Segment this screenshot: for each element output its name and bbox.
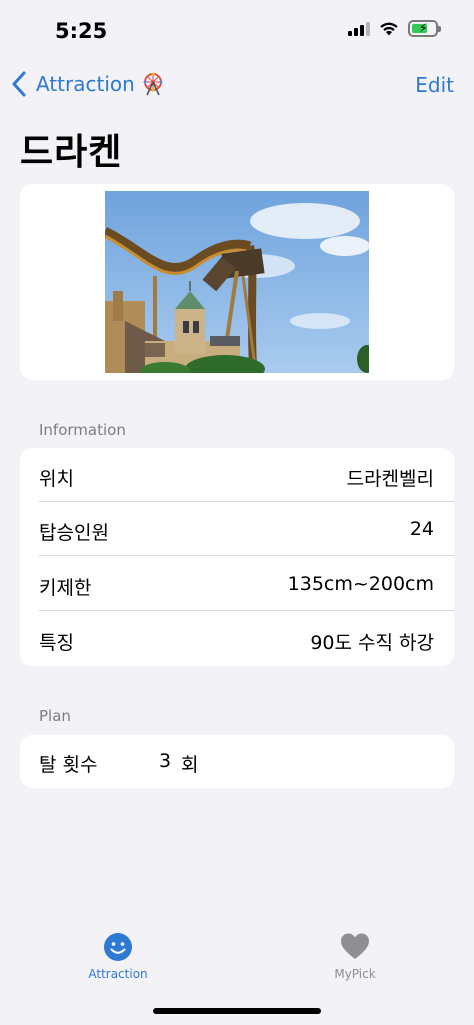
row-divider: [39, 610, 454, 611]
information-card: 위치 드라켄벨리 탑승인원 24 키제한 135cm~200cm 특징 90도 …: [20, 448, 454, 666]
info-row-height-limit: 키제한 135cm~200cm: [20, 557, 454, 611]
roller-coaster-photo: [105, 191, 369, 373]
heart-icon: [341, 933, 369, 959]
info-row-location: 위치 드라켄벨리: [20, 448, 454, 502]
ride-count-value[interactable]: 3: [159, 750, 171, 772]
row-divider: [39, 555, 454, 556]
plan-card: 탈 횟수 3 회: [20, 735, 454, 788]
plan-header: Plan: [39, 707, 71, 725]
information-header: Information: [39, 421, 126, 439]
info-label: 키제한: [39, 577, 92, 599]
navigation-bar: Attraction Edit: [0, 60, 474, 110]
wifi-icon: [380, 22, 398, 36]
info-value: 90도 수직 하강: [310, 632, 434, 654]
back-button[interactable]: Attraction: [10, 70, 165, 98]
home-indicator: [153, 1008, 321, 1014]
info-label: 위치: [39, 468, 74, 490]
smiley-face-icon: [104, 933, 132, 961]
info-value: 135cm~200cm: [287, 573, 434, 595]
signal-icon: [348, 21, 370, 36]
plan-label: 탈 횟수: [39, 754, 98, 776]
status-bar: 5:25 ⚡: [0, 0, 474, 60]
info-row-feature: 특징 90도 수직 하강: [20, 612, 454, 666]
tab-attraction-label: Attraction: [88, 967, 148, 981]
tab-mypick-label: MyPick: [334, 967, 376, 981]
tab-mypick[interactable]: MyPick: [295, 932, 415, 981]
edit-button[interactable]: Edit: [415, 73, 454, 97]
info-label: 탑승인원: [39, 522, 109, 544]
image-card: [20, 184, 454, 380]
ride-count-unit: 회: [181, 754, 199, 776]
back-button-label: Attraction: [36, 72, 135, 96]
battery-charging-icon: ⚡: [408, 20, 441, 37]
info-label: 특징: [39, 632, 74, 654]
ferris-wheel-icon: [143, 72, 163, 96]
status-time: 5:25: [55, 19, 108, 43]
info-value: 24: [409, 518, 434, 540]
tab-attraction[interactable]: Attraction: [58, 932, 178, 981]
status-icons: ⚡: [348, 20, 441, 37]
info-value: 드라켄벨리: [346, 468, 434, 490]
info-row-capacity: 탑승인원 24: [20, 502, 454, 556]
chevron-left-icon: [12, 71, 26, 97]
page-title: 드라켄: [20, 132, 123, 173]
